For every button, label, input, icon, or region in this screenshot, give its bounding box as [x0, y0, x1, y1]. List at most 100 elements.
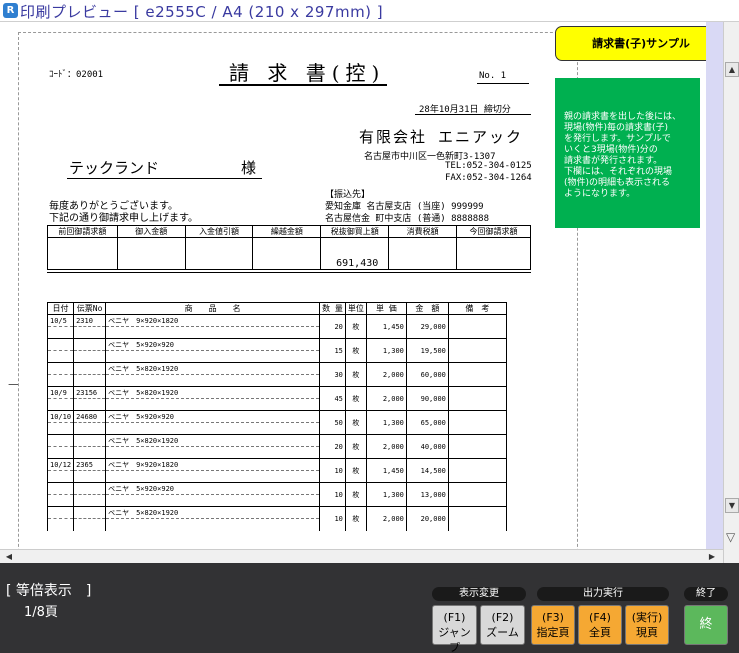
summary-header: 消費税額 [388, 225, 458, 238]
item-cell-spacer [46, 326, 75, 339]
item-cell-unit: 枚 [344, 338, 367, 363]
summary-header: 税抜御買上額 [320, 225, 390, 238]
zoom-mode: [ 等倍表示 ] [6, 583, 92, 599]
horizontal-scrollbar[interactable]: ◀ ▶ [0, 549, 723, 563]
item-cell-qty: 10 [319, 482, 346, 507]
item-cell-price: 1,300 [365, 338, 407, 363]
item-cell-note [447, 314, 507, 339]
table-row: 10/12 2365 ベニヤ 9×920×1820 10 枚 1,450 14,500 [46, 458, 507, 483]
items-header: 備 考 [447, 302, 507, 315]
item-cell-note [447, 410, 507, 435]
item-cell-spacer [46, 422, 75, 435]
item-cell-name: ベニヤ 9×920×1820 [105, 458, 321, 471]
item-cell-amount: 60,000 [405, 362, 449, 387]
items-header: 金 額 [405, 302, 449, 315]
customer-underline [67, 178, 262, 179]
item-cell-spacer [105, 446, 321, 459]
summary-header: 繰越金額 [252, 225, 322, 238]
item-cell-unit: 枚 [344, 314, 367, 339]
document-title: 請 求 書(控) [229, 61, 386, 85]
jump-button[interactable]: (F1) ジャンプ [432, 605, 477, 653]
scroll-right-button[interactable]: ▶ [705, 550, 719, 564]
item-cell-slip: 2365 [73, 458, 107, 471]
item-cell-spacer [105, 422, 321, 435]
title-bar: R 印刷プレビュー [ e2555C / A4 (210 x 297mm) ] [0, 0, 739, 22]
item-cell-spacer [105, 350, 321, 363]
scroll-up-button[interactable]: ▲ [725, 62, 739, 77]
customer-code: ｺｰﾄﾞ：02001 [49, 70, 104, 80]
invoice-number: No. 1 [479, 71, 507, 81]
print-specified-pages-button[interactable]: (F3) 指定頁 [531, 605, 575, 645]
status-bar: [ 等倍表示 ] 1/8頁 表示変更 出力実行 終了 (F1) ジャンプ (F2… [0, 563, 739, 653]
table-row: ベニヤ 5×920×920 10 枚 1,300 13,000 [46, 482, 507, 507]
summary-table: 前回御請求額 御入金額 入金値引額 繰越金額 税抜御買上額 消費税額 今回御請求… [47, 225, 531, 270]
company-name: 有限会社 エニアック [359, 128, 524, 146]
item-cell-note [447, 362, 507, 387]
summary-header: 今回御請求額 [456, 225, 531, 238]
invoice-page: ｺｰﾄﾞ：02001 請 求 書(控) No. 1 28年10月31日 締切分 … [18, 32, 578, 563]
callout-body: 親の請求書を出した後には、 現場(物件)毎の請求書(子) を発行します。サンプル… [555, 78, 700, 228]
summary-header: 入金値引額 [184, 225, 254, 238]
page-indicator: 1/8頁 [24, 605, 58, 620]
item-cell-qty: 45 [319, 386, 346, 411]
item-cell-price: 2,000 [365, 506, 407, 531]
greeting-line-2: 下記の通り御請求申し上げます。 [49, 213, 198, 224]
item-cell-amount: 13,000 [405, 482, 449, 507]
item-cell-price: 2,000 [365, 362, 407, 387]
item-cell-spacer [46, 494, 75, 507]
summary-value [456, 237, 531, 270]
item-cell-slip: 2310 [73, 314, 107, 327]
vertical-scrollbar[interactable]: ▲ ▼ ▽ [723, 22, 739, 563]
item-cell-spacer [73, 398, 107, 411]
item-cell-name: ベニヤ 5×920×920 [105, 482, 321, 495]
print-all-pages-button[interactable]: (F4) 全頁 [578, 605, 622, 645]
item-cell-spacer [105, 374, 321, 387]
item-cell-slip [73, 338, 107, 351]
item-cell-spacer [73, 518, 107, 531]
item-cell-spacer [73, 470, 107, 483]
item-cell-qty: 20 [319, 314, 346, 339]
bank-account-2: 名古屋信金 町中支店 (普通) 8888888 [325, 214, 490, 224]
table-row: 10/9 23156 ベニヤ 5×820×1920 45 枚 2,000 90,000 [46, 386, 507, 411]
items-table: 日付 伝票No 商 品 名 数 量 単位 単 価 金 額 備 考 10/5 231… [46, 302, 507, 531]
summary-bottom-rule [47, 272, 531, 273]
closing-underline [415, 114, 531, 115]
end-button[interactable]: 終 [684, 605, 728, 645]
item-cell-price: 2,000 [365, 434, 407, 459]
window-title: 印刷プレビュー [ e2555C / A4 (210 x 297mm) ] [20, 3, 384, 21]
item-cell-price: 1,300 [365, 410, 407, 435]
item-cell-qty: 10 [319, 458, 346, 483]
item-cell-unit: 枚 [344, 386, 367, 411]
summary-value [184, 237, 254, 270]
item-cell-date [46, 482, 75, 495]
item-cell-name: ベニヤ 9×920×1820 [105, 314, 321, 327]
zoom-button[interactable]: (F2) ズーム [480, 605, 525, 645]
item-cell-spacer [73, 350, 107, 363]
item-cell-spacer [46, 518, 75, 531]
customer-honorific: 様 [241, 159, 257, 177]
item-cell-slip [73, 434, 107, 447]
table-row: ベニヤ 5×820×1920 10 枚 2,000 20,000 [46, 506, 507, 531]
item-cell-spacer [46, 470, 75, 483]
item-cell-date: 10/5 [46, 314, 75, 327]
page-down-icon[interactable]: ▽ [726, 530, 735, 544]
company-fax: FAX:052-304-1264 [445, 173, 532, 183]
summary-value [252, 237, 322, 270]
print-current-page-button[interactable]: (実行) 現頁 [625, 605, 669, 645]
item-cell-date [46, 338, 75, 351]
scroll-left-button[interactable]: ◀ [2, 550, 16, 564]
item-cell-qty: 30 [319, 362, 346, 387]
scroll-down-button[interactable]: ▼ [725, 498, 739, 513]
item-cell-qty: 10 [319, 506, 346, 531]
items-header: 単位 [344, 302, 367, 315]
item-cell-date: 10/10 [46, 410, 75, 423]
item-cell-note [447, 338, 507, 363]
app-icon: R [3, 3, 18, 18]
item-cell-spacer [73, 494, 107, 507]
group-output-label: 出力実行 [537, 587, 669, 601]
item-cell-date [46, 434, 75, 447]
table-row: ベニヤ 5×820×1920 20 枚 2,000 40,000 [46, 434, 507, 459]
item-cell-spacer [105, 518, 321, 531]
side-panel [706, 22, 723, 563]
preview-viewport[interactable]: — ◇ ｺｰﾄﾞ：02001 請 求 書(控) No. 1 28年10月31日 … [0, 22, 723, 563]
